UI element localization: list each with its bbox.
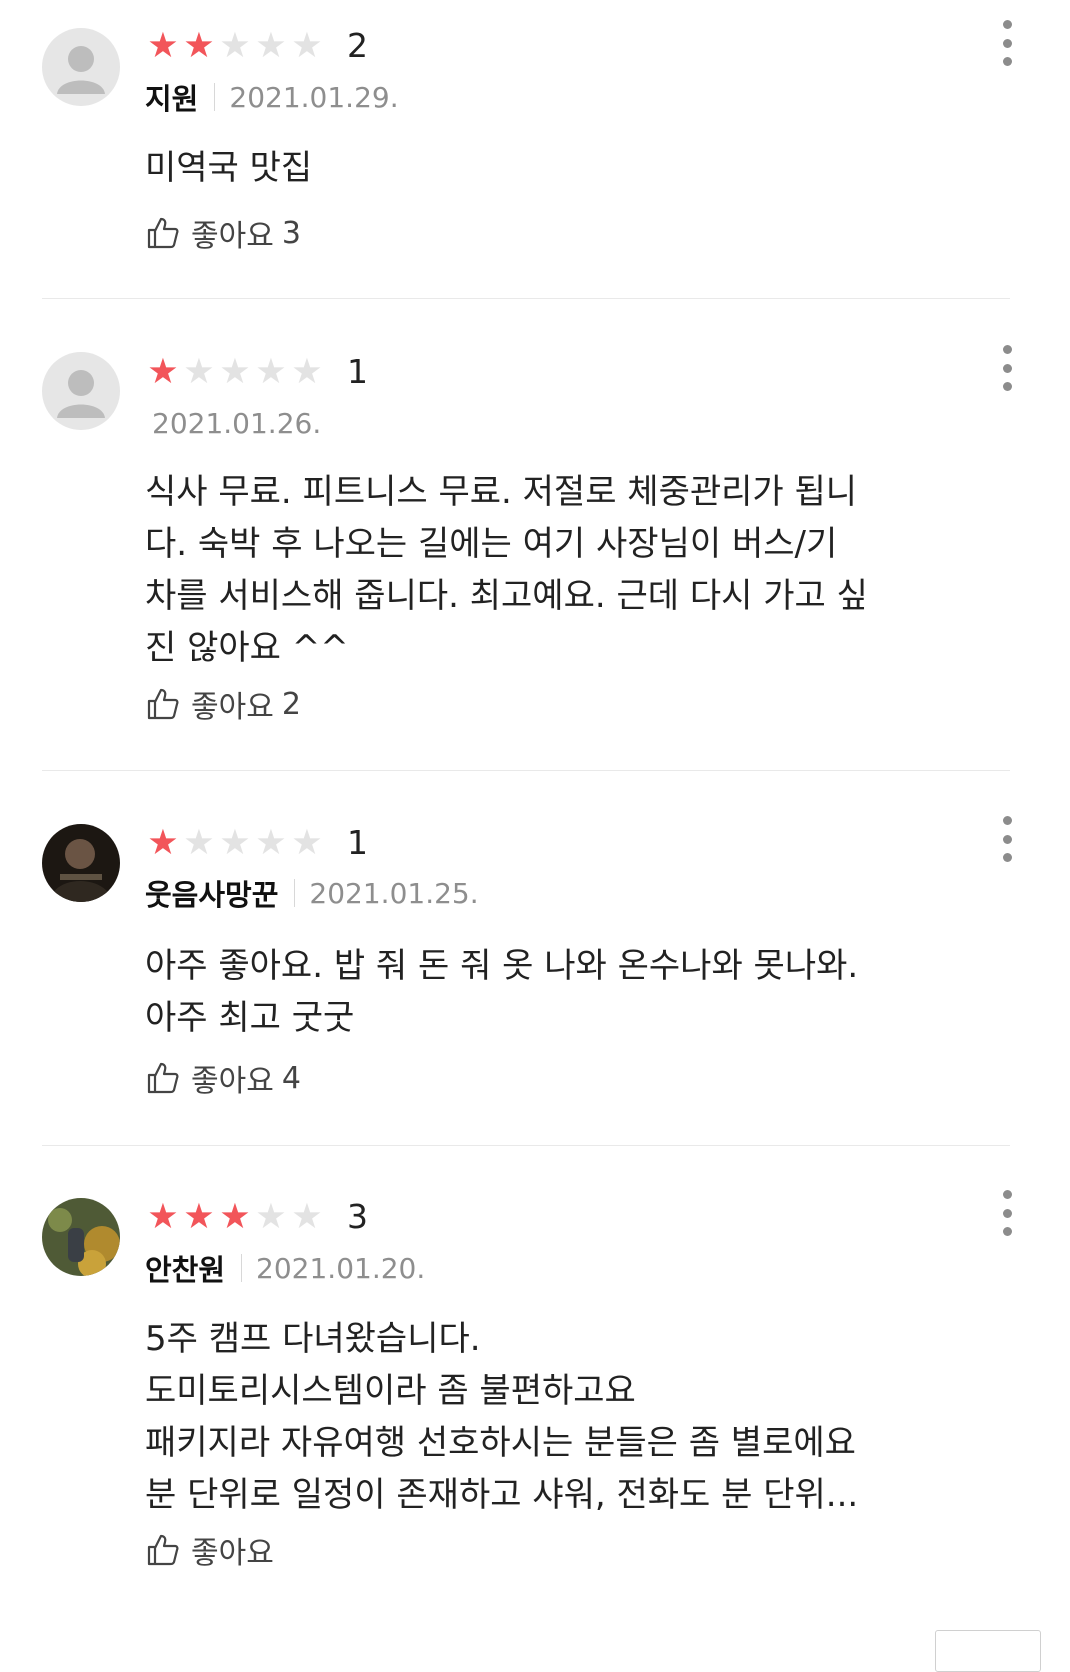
review-meta: 지원 2021.01.29.: [145, 77, 399, 117]
star-icon: ★: [219, 1197, 251, 1237]
avatar[interactable]: [42, 352, 120, 430]
star-icon: ★: [183, 1197, 215, 1237]
star-icon: ★: [147, 823, 179, 863]
review-separator: [42, 770, 1010, 771]
avatar[interactable]: [42, 1198, 120, 1276]
star-icon: ★: [147, 1197, 179, 1237]
thumbs-up-icon: [147, 688, 179, 720]
star-icon: ★: [147, 352, 179, 392]
star-icon: ★: [291, 1197, 323, 1237]
thumbs-up-icon: [147, 217, 179, 249]
review-date: 2021.01.26.: [152, 406, 322, 440]
star-icon: ★: [291, 352, 323, 392]
star-icon: ★: [183, 823, 215, 863]
star-icon: ★: [255, 1197, 287, 1237]
review-text: 식사 무료. 피트니스 무료. 저절로 체중관리가 됩니 다. 숙박 후 나오는…: [145, 472, 868, 668]
star-icon: ★: [183, 352, 215, 392]
review-text: 5주 캠프 다녀왔습니다. 도미토리시스템이라 좀 불편하고요 패키지라 자유여…: [145, 1319, 859, 1515]
star-icon: ★: [255, 26, 287, 66]
meta-divider: [241, 1254, 243, 1282]
meta-divider: [294, 879, 296, 907]
more-options-icon[interactable]: [997, 816, 1017, 862]
like-button[interactable]: 좋아요 4: [145, 1058, 301, 1099]
review-meta: 2021.01.26.: [152, 403, 321, 443]
review-meta: 웃음사망꾼 2021.01.25.: [145, 873, 479, 913]
star-icon: ★: [219, 26, 251, 66]
like-button[interactable]: 좋아요: [145, 1530, 282, 1571]
star-icon: ★: [255, 352, 287, 392]
review-separator: [42, 1145, 1010, 1146]
author-name[interactable]: 안찬원: [145, 1247, 225, 1289]
more-options-icon[interactable]: [997, 345, 1017, 391]
review-date: 2021.01.25.: [309, 876, 479, 910]
meta-divider: [214, 83, 216, 111]
like-label: 좋아요: [191, 1064, 274, 1099]
star-icon: ★: [147, 26, 179, 66]
like-label: 좋아요: [191, 690, 274, 725]
star-rating: ★ ★ ★ ★ ★ 1: [145, 352, 368, 392]
star-icon: ★: [291, 26, 323, 66]
star-icon: ★: [219, 823, 251, 863]
star-icon: ★: [291, 823, 323, 863]
star-rating: ★ ★ ★ ★ ★ 1: [145, 823, 368, 863]
star-icon: ★: [183, 26, 215, 66]
like-label: 좋아요: [191, 219, 274, 254]
star-icon: ★: [255, 823, 287, 863]
rating-score: 3: [347, 1197, 368, 1236]
star-rating: ★ ★ ★ ★ ★ 3: [145, 1197, 368, 1237]
review-separator: [42, 298, 1010, 299]
review-text: 미역국 맛집: [145, 148, 313, 188]
thumbs-up-icon: [147, 1534, 179, 1566]
like-label: 좋아요: [191, 1536, 274, 1571]
like-button[interactable]: 좋아요 3: [145, 213, 301, 254]
thumbs-up-icon: [147, 1062, 179, 1094]
more-options-icon[interactable]: [997, 1190, 1017, 1236]
review-meta: 안찬원 2021.01.20.: [145, 1248, 425, 1288]
like-count: 2: [281, 686, 301, 722]
like-button[interactable]: 좋아요 2: [145, 684, 301, 725]
floating-button[interactable]: [935, 1630, 1041, 1672]
star-rating: ★ ★ ★ ★ ★ 2: [145, 26, 368, 66]
like-count: 3: [281, 215, 301, 251]
like-count: 4: [281, 1060, 301, 1096]
avatar[interactable]: [42, 28, 120, 106]
review-date: 2021.01.29.: [229, 80, 399, 114]
review-text: 아주 좋아요. 밥 줘 돈 줘 옷 나와 온수나와 못나와. 아주 최고 굿굿: [145, 946, 859, 1038]
star-icon: ★: [219, 352, 251, 392]
rating-score: 2: [347, 26, 368, 65]
review-date: 2021.01.20.: [256, 1251, 426, 1285]
author-name[interactable]: 웃음사망꾼: [145, 872, 278, 914]
rating-score: 1: [347, 823, 368, 862]
rating-score: 1: [347, 352, 368, 391]
avatar[interactable]: [42, 824, 120, 902]
author-name[interactable]: 지원: [145, 76, 198, 118]
more-options-icon[interactable]: [997, 20, 1017, 66]
